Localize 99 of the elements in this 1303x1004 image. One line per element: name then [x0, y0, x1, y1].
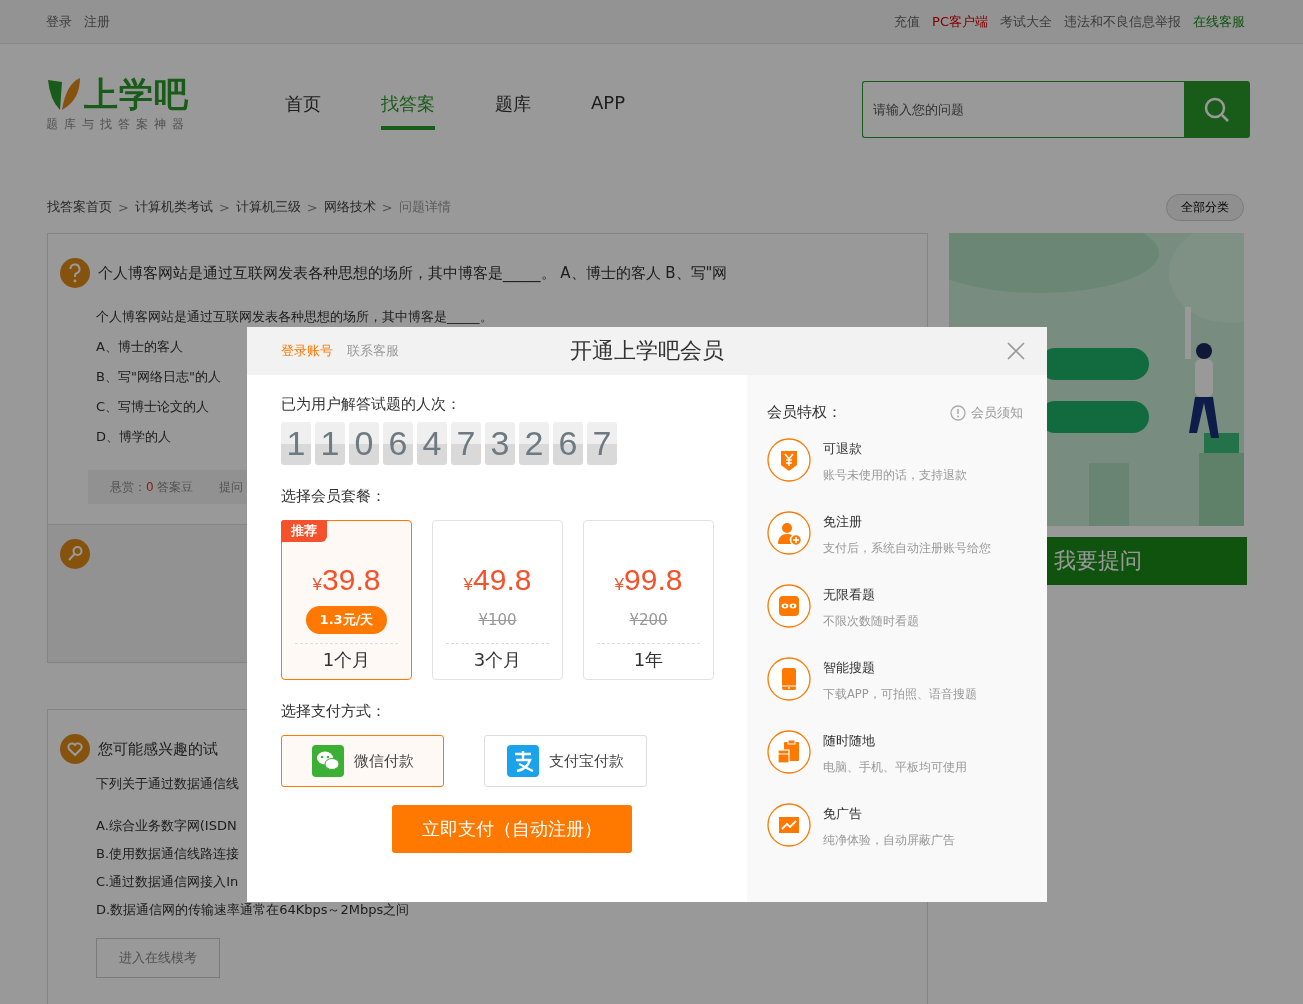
nav-tab[interactable]: APP — [591, 92, 626, 130]
top-link[interactable]: PC客户端 — [932, 12, 988, 31]
payment-label: 选择支付方式： — [281, 702, 387, 721]
counter-label: 已为用户解答试题的人次： — [281, 395, 462, 414]
counter-digit: 7 — [451, 422, 481, 465]
perk-title: 可退款 — [823, 440, 863, 458]
top-link[interactable]: 在线客服 — [1193, 12, 1245, 31]
original-price: ¥200 — [629, 611, 668, 629]
counter-digit: 4 — [417, 422, 447, 465]
plan-card[interactable]: 推荐 ¥39.8 1.3元/天 1个月 — [281, 520, 412, 680]
counter-digit: 2 — [519, 422, 549, 465]
yen-tag-icon — [767, 438, 811, 482]
breadcrumb-separator: > — [218, 199, 230, 215]
modal-tab[interactable]: 登录账号 — [281, 342, 333, 360]
eyes-icon — [767, 584, 811, 628]
leaf-shield-icon — [46, 76, 82, 112]
close-button[interactable] — [1007, 342, 1025, 360]
close-icon — [1007, 342, 1025, 360]
wechat-icon — [311, 745, 344, 777]
counter-digit: 0 — [349, 422, 379, 465]
perk-description: 不限次数随时看题 — [823, 614, 919, 629]
original-price: ¥100 — [478, 611, 517, 629]
answer-option: D.数据通信网的传输速率通常在64Kbps～2Mbps之间 — [96, 896, 410, 924]
mock-exam-button[interactable]: 进入在线模考 — [96, 938, 220, 978]
plan-label: 选择会员套餐： — [281, 487, 387, 506]
answer-option: B、写"网络日志"的人 — [96, 362, 221, 392]
search-field[interactable]: 请输入您的问题 — [862, 81, 1184, 138]
user-plus-icon — [767, 511, 811, 555]
tablet-icon — [767, 657, 811, 701]
breadcrumb-separator: > — [306, 199, 318, 215]
modal-tab[interactable]: 联系客服 — [347, 342, 399, 360]
breadcrumb-link[interactable]: 找答案首页 — [47, 198, 112, 216]
counter-digit: 7 — [587, 422, 617, 465]
daily-price: 1.3元/天 — [305, 606, 388, 634]
search-icon — [1204, 96, 1230, 123]
top-link[interactable]: 违法和不良信息举报 — [1064, 12, 1181, 31]
plan-period: 3个月 — [473, 648, 522, 672]
plan-period: 1年 — [633, 648, 664, 672]
pay-now-button[interactable]: 立即支付（自动注册） — [392, 805, 632, 853]
logo-slogan: 题库与找答案神器 — [46, 116, 191, 133]
plan-card[interactable]: ¥49.8 ¥100 3个月 — [432, 520, 563, 680]
breadcrumb-link[interactable]: 网络技术 — [323, 198, 376, 216]
perks-title: 会员特权： — [767, 403, 842, 422]
nav-tab[interactable]: 找答案 — [381, 92, 435, 130]
perk-title: 智能搜题 — [823, 659, 876, 677]
perk-title: 免注册 — [823, 513, 863, 531]
perk-title: 无限看题 — [823, 586, 876, 604]
key-icon — [60, 539, 90, 569]
plan-price: ¥49.8 — [463, 563, 532, 597]
perk-title: 随时随地 — [823, 732, 876, 750]
payment-option[interactable]: 支付宝付款 — [484, 735, 647, 787]
perk-description: 下载APP，可拍照、语音搜题 — [823, 687, 977, 702]
perk-description: 账号未使用的话，支持退款 — [823, 468, 967, 483]
counter-digit: 6 — [383, 422, 413, 465]
counter-digit: 3 — [485, 422, 515, 465]
chart-icon — [767, 803, 811, 847]
answer-option: A、博士的客人 — [96, 332, 183, 362]
answer-option: C.通过数据通信网接入In — [96, 868, 239, 896]
notice-link[interactable]: 会员须知 — [971, 403, 1023, 422]
info-icon — [950, 404, 966, 421]
question-title: 个人博客网站是通过互联网发表各种思想的场所，其中博客是_____。 A、博士的客人 B、写"网 — [98, 263, 728, 283]
breadcrumb-link[interactable]: 计算机三级 — [235, 198, 301, 216]
reward-text: 悬赏：0 答案豆 — [110, 478, 194, 496]
counter-digit: 6 — [553, 422, 583, 465]
breadcrumb-link[interactable]: 计算机类考试 — [134, 198, 213, 216]
plan-card[interactable]: ¥99.8 ¥200 1年 — [583, 520, 714, 680]
alipay-icon — [507, 745, 539, 777]
perk-title: 免广告 — [823, 805, 863, 823]
perk-description: 纯净体验，自动屏蔽广告 — [823, 833, 955, 848]
perk-description: 电脑、手机、平板均可使用 — [823, 760, 967, 775]
answer-option: B.使用数据通信线路连接 — [96, 840, 240, 868]
plan-price: ¥99.8 — [614, 563, 683, 597]
payment-option[interactable]: 微信付款 — [281, 735, 444, 787]
plan-period: 1个月 — [322, 648, 371, 672]
breadcrumb-current: 问题详情 — [398, 198, 451, 216]
question-mark-icon — [60, 258, 90, 288]
clipboard-icon — [767, 730, 811, 774]
answer-option: D、博学的人 — [96, 422, 171, 452]
question-text: 个人博客网站是通过互联网发表各种思想的场所，其中博客是_____。 — [96, 308, 493, 326]
all-categories-button[interactable]: 全部分类 — [1166, 193, 1244, 221]
counter-digit: 1 — [315, 422, 345, 465]
top-link[interactable]: 考试大全 — [1000, 12, 1052, 31]
plan-price: ¥39.8 — [312, 563, 381, 597]
counter-digit: 1 — [281, 422, 311, 465]
nav-tab[interactable]: 首页 — [285, 92, 321, 130]
top-link[interactable]: 登录 — [46, 12, 72, 31]
nav-tab[interactable]: 题库 — [495, 92, 531, 130]
related-question: 下列关于通过数据通信线 — [96, 775, 239, 793]
recommend-badge: 推荐 — [281, 520, 327, 542]
top-link[interactable]: 注册 — [84, 12, 110, 31]
related-title: 您可能感兴趣的试 — [98, 739, 218, 759]
answer-option: A.综合业务数字网(ISDN — [96, 812, 237, 840]
answer-option: C、写博士论文的人 — [96, 392, 210, 422]
logo-text: 上学吧 — [84, 74, 189, 114]
search-button[interactable] — [1184, 81, 1250, 138]
breadcrumb-separator: > — [118, 199, 129, 215]
modal-title: 开通上学吧会员 — [570, 338, 724, 363]
top-link[interactable]: 充值 — [894, 12, 921, 31]
breadcrumb-separator: > — [381, 199, 393, 215]
